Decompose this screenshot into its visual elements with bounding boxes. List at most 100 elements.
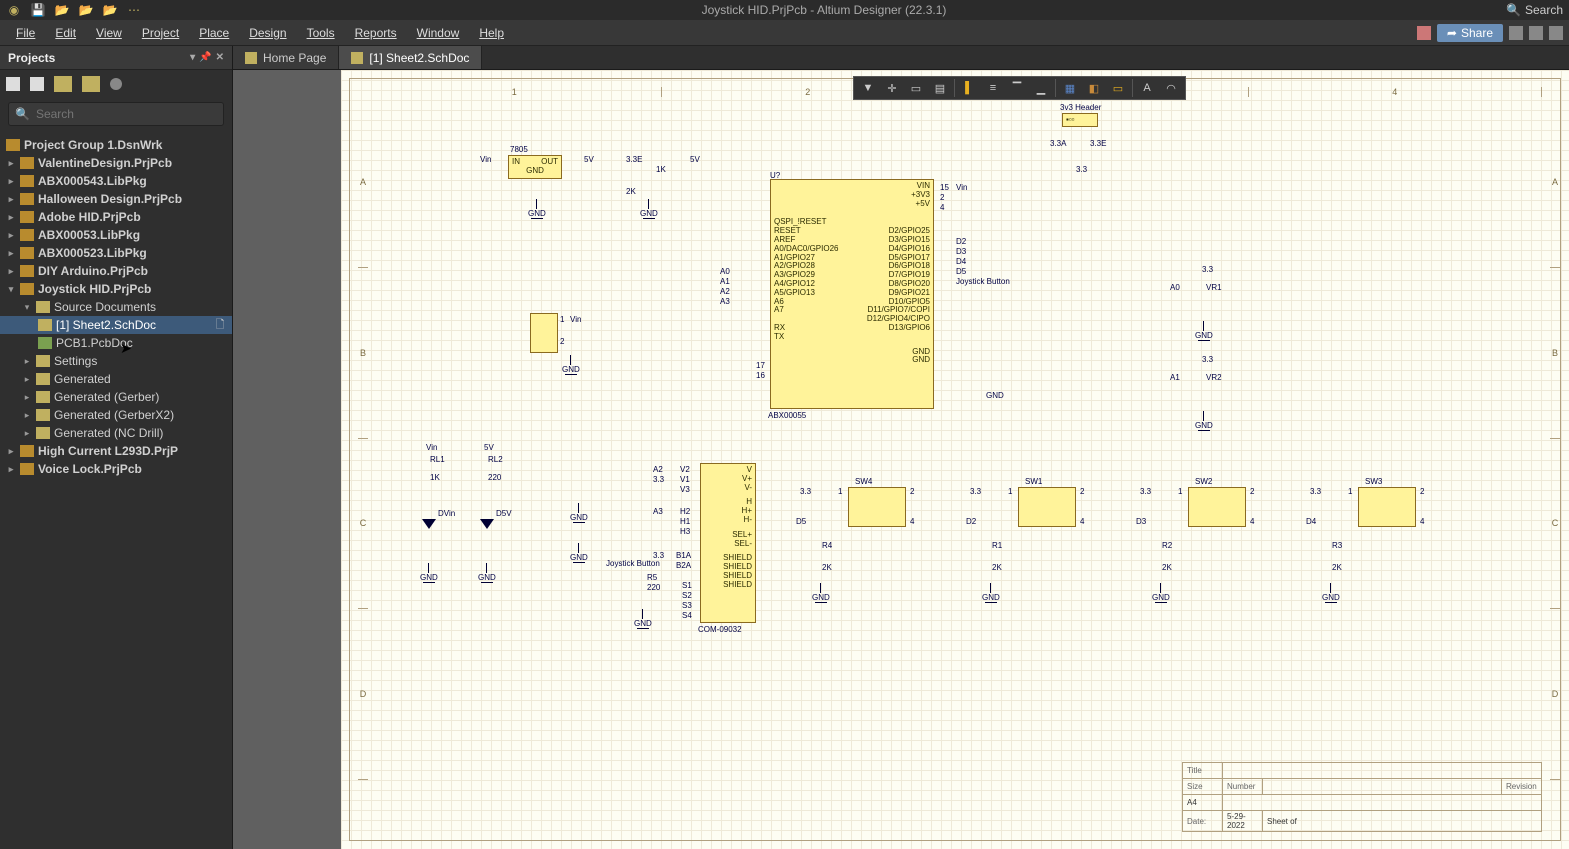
more-icon[interactable]: ⋯ <box>126 3 142 17</box>
schematic-canvas[interactable]: 1 2 3 4 A B C D A B C D <box>233 70 1569 849</box>
tree-project[interactable]: ▸High Current L293D.PrjP <box>0 442 232 460</box>
net-label: 3.3 <box>1140 487 1151 496</box>
tree-project[interactable]: ▸ABX000543.LibPkg <box>0 172 232 190</box>
led-symbol[interactable] <box>422 519 436 529</box>
distribute-h-icon[interactable]: ≡ <box>983 79 1003 97</box>
menu-place[interactable]: Place <box>189 22 239 44</box>
chevron-right-icon[interactable]: ▸ <box>22 410 32 421</box>
tb-project-icon[interactable] <box>6 77 20 91</box>
chevron-right-icon[interactable]: ▸ <box>6 212 16 223</box>
comment-icon[interactable]: ▭ <box>1108 79 1128 97</box>
active-bar[interactable]: ▼ ✛ ▭ ▤ ▌ ≡ ▔ ▁ ▦ ◧ ▭ A ◠ <box>853 76 1186 100</box>
user-icon[interactable] <box>1549 26 1563 40</box>
chevron-right-icon[interactable]: ▸ <box>6 176 16 187</box>
panel-close-icon[interactable]: ✕ <box>216 52 224 63</box>
chevron-right-icon[interactable]: ▸ <box>6 464 16 475</box>
menu-design[interactable]: Design <box>239 22 296 44</box>
tree-sch-doc[interactable]: [1] Sheet2.SchDoc🗋 <box>0 316 232 334</box>
filter-icon[interactable]: ▼ <box>858 79 878 97</box>
tree-pcb-doc[interactable]: PCB1.PcbDoc <box>0 334 232 352</box>
chevron-right-icon[interactable]: ▸ <box>22 428 32 439</box>
chevron-right-icon[interactable]: ▸ <box>6 446 16 457</box>
tab-schdoc[interactable]: [1] Sheet2.SchDoc <box>339 46 482 69</box>
net-label: D4 <box>1306 517 1316 526</box>
tree-project[interactable]: ▸Halloween Design.PrjPcb <box>0 190 232 208</box>
menu-project[interactable]: Project <box>132 22 189 44</box>
global-search[interactable]: 🔍 Search <box>1506 3 1563 17</box>
layer-icon[interactable]: ◧ <box>1084 79 1104 97</box>
open2-icon[interactable]: 📂 <box>78 3 94 17</box>
arc-icon[interactable]: ◠ <box>1161 79 1181 97</box>
part-switch[interactable] <box>1188 487 1246 527</box>
menu-tools[interactable]: Tools <box>297 22 345 44</box>
crosshair-icon[interactable]: ✛ <box>882 79 902 97</box>
gear-icon[interactable] <box>1529 26 1543 40</box>
tree-project[interactable]: ▸ABX000523.LibPkg <box>0 244 232 262</box>
align-left-icon[interactable]: ▌ <box>959 79 979 97</box>
part-3v3-header[interactable]: ▪▫▫ <box>1062 113 1098 127</box>
menu-window[interactable]: Window <box>407 22 470 44</box>
rect-icon[interactable]: ▭ <box>906 79 926 97</box>
tree-folder[interactable]: ▸Generated (GerberX2) <box>0 406 232 424</box>
align-bottom-icon[interactable]: ▁ <box>1031 79 1051 97</box>
share-button[interactable]: ➦ Share <box>1437 24 1503 42</box>
menu-file[interactable]: File <box>6 22 45 44</box>
tree-group[interactable]: Project Group 1.DsnWrk <box>0 136 232 154</box>
led-symbol[interactable] <box>480 519 494 529</box>
tb-compile-icon[interactable] <box>30 77 44 91</box>
tab-home[interactable]: Home Page <box>233 46 339 69</box>
menu-help[interactable]: Help <box>469 22 514 44</box>
part-ref: R5 <box>647 573 657 582</box>
schematic-sheet[interactable]: 1 2 3 4 A B C D A B C D <box>341 70 1569 849</box>
tree-project[interactable]: ▸Voice Lock.PrjPcb <box>0 460 232 478</box>
home-icon[interactable] <box>1509 26 1523 40</box>
part-dipswitch[interactable] <box>530 313 558 353</box>
menu-edit[interactable]: Edit <box>45 22 86 44</box>
chevron-right-icon[interactable]: ▸ <box>6 158 16 169</box>
chevron-right-icon[interactable]: ▸ <box>6 194 16 205</box>
chevron-down-icon[interactable]: ▾ <box>22 302 32 313</box>
chevron-right-icon[interactable]: ▸ <box>22 356 32 367</box>
save-icon[interactable]: 💾 <box>30 3 46 17</box>
tree-source-docs[interactable]: ▾Source Documents <box>0 298 232 316</box>
panel-search[interactable]: 🔍 <box>8 102 224 126</box>
chevron-right-icon[interactable]: ▸ <box>6 230 16 241</box>
chevron-right-icon[interactable]: ▸ <box>6 248 16 259</box>
stack-icon[interactable]: ▤ <box>930 79 950 97</box>
notify-icon[interactable] <box>1417 26 1431 40</box>
open3-icon[interactable]: 📂 <box>102 3 118 17</box>
tree-project-active[interactable]: ▾Joystick HID.PrjPcb <box>0 280 232 298</box>
open-icon[interactable]: 📂 <box>54 3 70 17</box>
part-7805[interactable]: INOUT GND <box>508 155 562 179</box>
chevron-down-icon[interactable]: ▾ <box>6 284 16 295</box>
tree-folder[interactable]: ▸Generated (NC Drill) <box>0 424 232 442</box>
tree-project[interactable]: ▸Adobe HID.PrjPcb <box>0 208 232 226</box>
chevron-right-icon[interactable]: ▸ <box>22 392 32 403</box>
part-mcu[interactable]: VIN +3V3 +5V QSPI_!RESET RESETD2/GPIO25 … <box>770 179 934 409</box>
tree-folder[interactable]: ▸Generated <box>0 370 232 388</box>
tb-folder1-icon[interactable] <box>54 76 72 92</box>
tb-folder2-icon[interactable] <box>82 76 100 92</box>
tree-folder[interactable]: ▸Generated (Gerber) <box>0 388 232 406</box>
tree-folder[interactable]: ▸Settings <box>0 352 232 370</box>
chevron-right-icon[interactable]: ▸ <box>6 266 16 277</box>
panel-search-input[interactable] <box>36 107 217 121</box>
menu-view[interactable]: View <box>86 22 132 44</box>
panel-menu-icon[interactable]: ▾ <box>190 52 195 63</box>
tb-gear-icon[interactable] <box>110 78 122 90</box>
menu-reports[interactable]: Reports <box>345 22 407 44</box>
tree-project[interactable]: ▸ABX00053.LibPkg <box>0 226 232 244</box>
grid-icon[interactable]: ▦ <box>1060 79 1080 97</box>
text-icon[interactable]: A <box>1137 79 1157 97</box>
part-switch[interactable] <box>848 487 906 527</box>
group-label: Project Group 1.DsnWrk <box>24 138 162 152</box>
part-switch[interactable] <box>1358 487 1416 527</box>
panel-pin-icon[interactable]: 📌 <box>199 52 211 63</box>
part-joystick-ic[interactable]: V V+ V- H H+ H- SEL+ SEL- SHIELD SHIELD … <box>700 463 756 623</box>
part-switch[interactable] <box>1018 487 1076 527</box>
chevron-right-icon[interactable]: ▸ <box>22 374 32 385</box>
align-top-icon[interactable]: ▔ <box>1007 79 1027 97</box>
project-tree[interactable]: Project Group 1.DsnWrk ▸ValentineDesign.… <box>0 130 232 849</box>
tree-project[interactable]: ▸ValentineDesign.PrjPcb <box>0 154 232 172</box>
tree-project[interactable]: ▸DIY Arduino.PrjPcb <box>0 262 232 280</box>
